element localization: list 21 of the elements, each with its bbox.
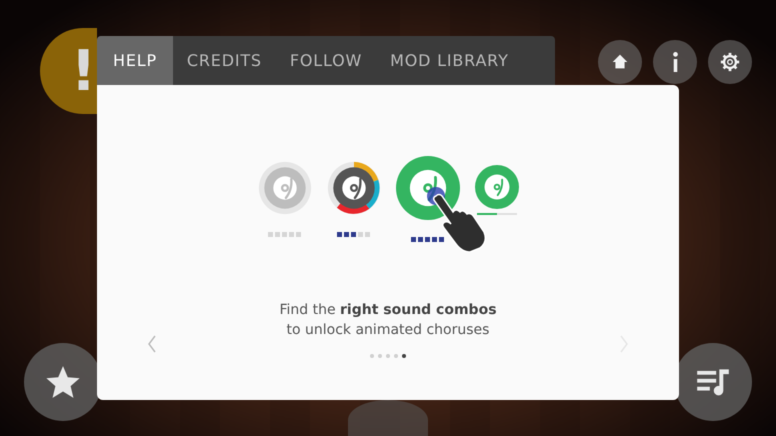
tab[interactable]: FOLLOW [276, 36, 376, 85]
page-dot[interactable] [394, 354, 398, 358]
settings-button[interactable] [708, 40, 752, 84]
tab[interactable]: MOD LIBRARY [376, 36, 523, 85]
help-caption: Find the right sound combos to unlock animated choruses [279, 301, 497, 340]
info-icon [672, 52, 678, 72]
small-disc-icon[interactable] [474, 165, 518, 209]
mixing-disc-icon[interactable] [326, 161, 380, 215]
settings-icon [719, 51, 741, 73]
idle-disc-icon[interactable] [258, 161, 312, 215]
tab[interactable]: CREDITS [172, 36, 276, 85]
home-button[interactable] [598, 40, 642, 84]
page-dot[interactable] [370, 354, 374, 358]
sound-meter [411, 237, 444, 242]
sound-meter [337, 232, 370, 237]
tab[interactable]: HELP [97, 36, 173, 85]
page-dot[interactable] [386, 354, 390, 358]
round-button[interactable] [348, 400, 428, 436]
info-button[interactable] [653, 40, 697, 84]
page-dot[interactable] [378, 354, 382, 358]
page-dot[interactable] [402, 354, 406, 358]
